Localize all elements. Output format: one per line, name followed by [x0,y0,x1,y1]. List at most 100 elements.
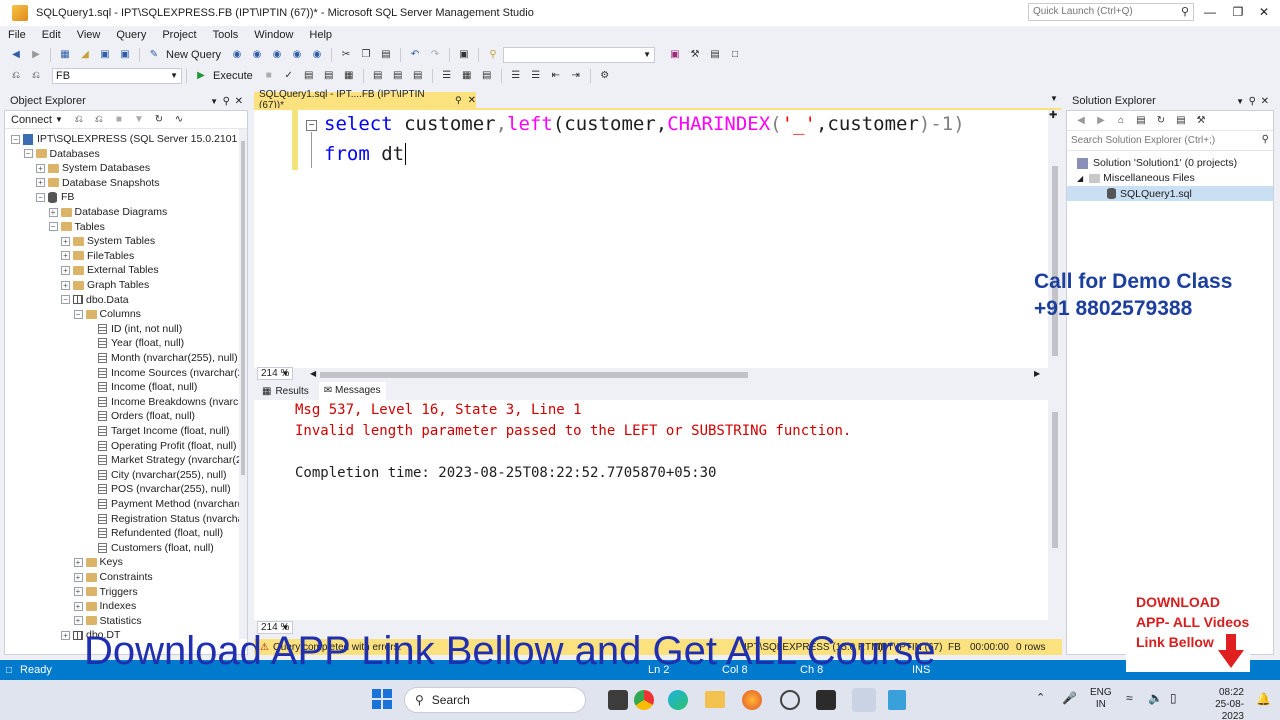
menu-help[interactable]: Help [309,29,332,41]
execute-button[interactable]: Execute [213,70,253,82]
tree-node[interactable]: + Graph Tables [61,278,149,292]
indent-icon[interactable]: ⇥ [569,69,583,83]
live-stats-icon[interactable]: ▤ [391,69,405,83]
tree-node[interactable]: Year (float, null) [86,336,184,350]
tree-node[interactable]: + Constraints [73,570,153,584]
activity-monitor-icon[interactable]: ∿ [172,113,186,127]
forward-icon[interactable]: ▶ [29,48,43,62]
solution-node[interactable]: Solution 'Solution1' (0 projects) [1077,157,1237,169]
close-tab-icon[interactable]: ✕ [468,95,476,106]
new-query-icon[interactable]: ✎ [147,48,161,62]
collapse-icon[interactable]: − [306,120,317,131]
tree-node[interactable]: + FileTables [61,249,134,263]
stop-icon[interactable]: ■ [112,113,126,127]
new-project-icon[interactable]: ▦ [58,48,72,62]
open-file-icon[interactable]: ◢ [78,48,92,62]
window-layout-icon[interactable]: □ [728,48,742,62]
tree-node[interactable]: City (nvarchar(255), null) [86,468,227,482]
mdx-query-icon[interactable]: ◉ [250,48,264,62]
close-icon[interactable]: ✕ [235,96,243,107]
code-line-1[interactable]: select customer,left(customer,CHARINDEX(… [324,113,965,135]
pin-icon[interactable]: ⚲ [455,95,462,106]
firefox-icon[interactable] [742,690,762,710]
chevron-down-icon[interactable]: ▼ [55,115,63,124]
split-icon[interactable]: ✚ [1049,110,1057,121]
tree-node[interactable]: + Statistics [73,614,142,628]
screenshot-icon[interactable]: ▣ [457,48,471,62]
parse-icon[interactable]: ✓ [282,69,296,83]
tree-node[interactable]: + System Tables [61,234,155,248]
dax-query-icon[interactable]: ◉ [310,48,324,62]
scrollbar-thumb[interactable] [1052,412,1058,548]
db-engine-query-icon[interactable]: ◉ [230,48,244,62]
restore-button[interactable]: ❐ [1228,4,1248,20]
expand-icon[interactable]: + [61,236,70,246]
collapse-icon[interactable]: − [61,295,70,305]
close-icon[interactable]: ✕ [1261,96,1269,107]
properties-icon[interactable]: ⚒ [1194,114,1208,128]
tree-node[interactable]: Target Income (float, null) [86,424,229,438]
tree-node[interactable]: − Columns [73,307,141,321]
battery-icon[interactable]: ▯ [1170,691,1177,705]
connect-server-icon[interactable]: ⎌ [72,113,86,127]
messages-panel[interactable]: Msg 537, Level 16, State 3, Line 1 Inval… [254,400,1062,620]
scrollbar-thumb[interactable] [1052,166,1058,356]
stop-icon[interactable]: ■ [262,69,276,83]
object-explorer-scrollbar[interactable] [239,129,247,639]
tree-node[interactable]: Orders (float, null) [86,409,195,423]
comment-icon[interactable]: ☰ [509,69,523,83]
properties-icon[interactable]: ▣ [668,48,682,62]
expand-icon[interactable]: + [73,557,83,567]
expand-icon[interactable]: + [61,280,70,290]
collapse-icon[interactable]: − [23,149,33,159]
xmla-query-icon[interactable]: ◉ [290,48,304,62]
forward-icon[interactable]: ▶ [1094,114,1108,128]
expand-icon[interactable]: + [73,587,83,597]
quick-launch-input[interactable]: Quick Launch (Ctrl+Q) ⚲ [1028,3,1194,21]
language-indicator[interactable]: ENG IN [1090,687,1112,711]
collapse-icon[interactable]: − [36,192,45,202]
tab-sqlquery1[interactable]: SQLQuery1.sql - IPT....FB (IPT\IPTIN (67… [254,89,476,111]
expand-icon[interactable]: + [36,178,45,188]
wrench-icon[interactable]: ⚒ [688,48,702,62]
expand-icon[interactable]: + [36,163,45,173]
connect-icon[interactable]: ⎌ [9,69,23,83]
tree-node[interactable]: Refundented (float, null) [86,526,223,540]
filter-icon[interactable]: ▼ [132,113,146,127]
tree-node[interactable]: − Databases [23,147,100,161]
tree-node[interactable]: Operating Profit (float, null) [86,439,236,453]
menu-tools[interactable]: Tools [213,29,239,41]
dropdown-icon[interactable]: ▼ [1236,97,1244,106]
notification-icon[interactable]: 🔔 [1256,692,1271,706]
wifi-icon[interactable]: ≈ [1126,691,1133,705]
query-design-icon[interactable]: ▤ [322,69,336,83]
display-plan-icon[interactable]: ▤ [302,69,316,83]
paste-icon[interactable]: ▤ [379,48,393,62]
expand-icon[interactable]: + [61,630,70,640]
tree-node[interactable]: + Triggers [73,585,138,599]
tree-node[interactable]: − IPT\SQLEXPRESS (SQL Server 15.0.2101 - … [11,132,247,146]
editor-zoom-select[interactable]: 214 % ▼ [257,367,294,380]
refresh-icon[interactable]: ↻ [152,113,166,127]
tree-node[interactable]: + External Tables [61,263,159,277]
app-circle-icon[interactable] [780,690,800,710]
tree-node[interactable]: Month (nvarchar(255), null) [86,351,238,365]
misc-files-node[interactable]: ◢ Miscellaneous Files [1077,172,1195,184]
edge-icon[interactable] [668,690,688,710]
ssms-taskbar-icon[interactable] [852,688,876,712]
sql-editor[interactable]: − select customer,left(customer,CHARINDE… [254,108,1062,370]
new-query-button[interactable]: New Query [166,49,221,61]
find-combo[interactable]: ▼ [503,46,656,63]
expanded-arrow-icon[interactable]: ◢ [1077,174,1083,183]
expand-icon[interactable]: + [73,572,83,582]
code-line-2[interactable]: from dt [324,143,407,165]
expand-icon[interactable]: + [61,251,70,261]
tab-messages[interactable]: ✉ Messages [318,382,386,400]
tree-node[interactable]: POS (nvarchar(255), null) [86,482,231,496]
chevron-up-icon[interactable]: ⌃ [1036,691,1045,704]
menu-edit[interactable]: Edit [42,29,61,41]
horizontal-scrollbar-thumb[interactable] [320,372,748,378]
redo-icon[interactable]: ↷ [428,48,442,62]
home-icon[interactable]: ⌂ [1114,114,1128,128]
dropdown-icon[interactable]: ▼ [210,97,218,106]
